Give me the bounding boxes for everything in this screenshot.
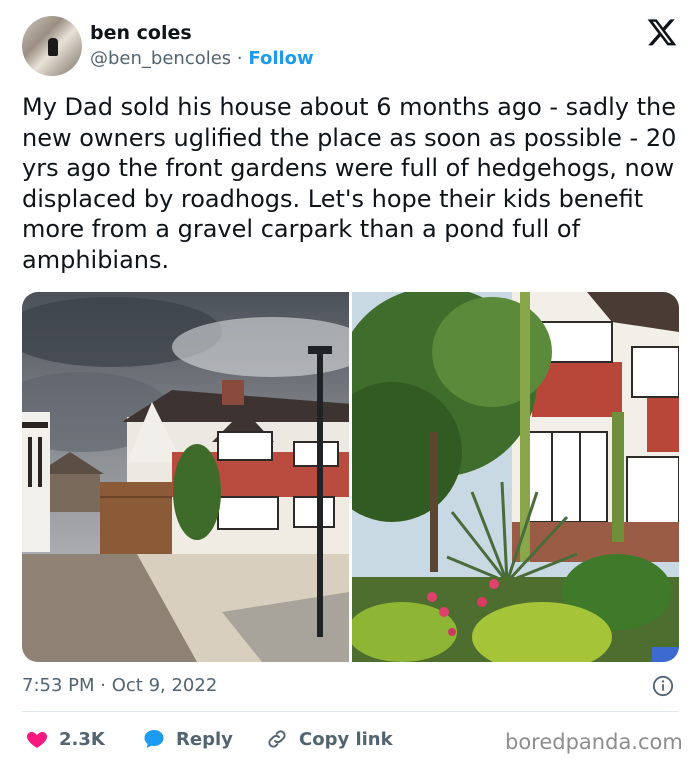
like-button[interactable]: 2.3K (25, 727, 105, 751)
follow-button[interactable]: Follow (248, 48, 313, 69)
copy-link-label: Copy link (299, 728, 393, 750)
info-icon[interactable] (652, 675, 674, 697)
avatar[interactable] (22, 16, 82, 76)
photo-grid (22, 292, 679, 662)
timestamp-separator: · (100, 675, 106, 696)
reply-label: Reply (176, 728, 233, 750)
watermark: boredpanda.com (505, 730, 683, 754)
link-icon (268, 730, 286, 748)
handle-separator: · (236, 48, 243, 69)
x-logo-icon[interactable] (646, 16, 678, 48)
photo-front-garden[interactable] (352, 292, 679, 662)
timestamp[interactable]: 7:53 PM · Oct 9, 2022 (22, 675, 217, 696)
photo-house-driveway[interactable] (22, 292, 349, 662)
author-handle-row: @ben_bencoles · Follow (90, 48, 314, 69)
author-handle[interactable]: @ben_bencoles (90, 48, 231, 69)
tweet-date: Oct 9, 2022 (111, 675, 218, 696)
author-name[interactable]: ben coles (90, 22, 192, 44)
reply-button[interactable]: Reply (142, 727, 233, 751)
tweet-text: My Dad sold his house about 6 months ago… (22, 93, 677, 274)
tweet-time: 7:53 PM (22, 675, 95, 696)
heart-icon (26, 732, 48, 748)
copy-link-button[interactable]: Copy link (265, 727, 393, 751)
like-count: 2.3K (59, 728, 105, 750)
avatar-figure (48, 38, 58, 56)
divider (22, 711, 679, 712)
speech-bubble-icon (144, 730, 164, 748)
